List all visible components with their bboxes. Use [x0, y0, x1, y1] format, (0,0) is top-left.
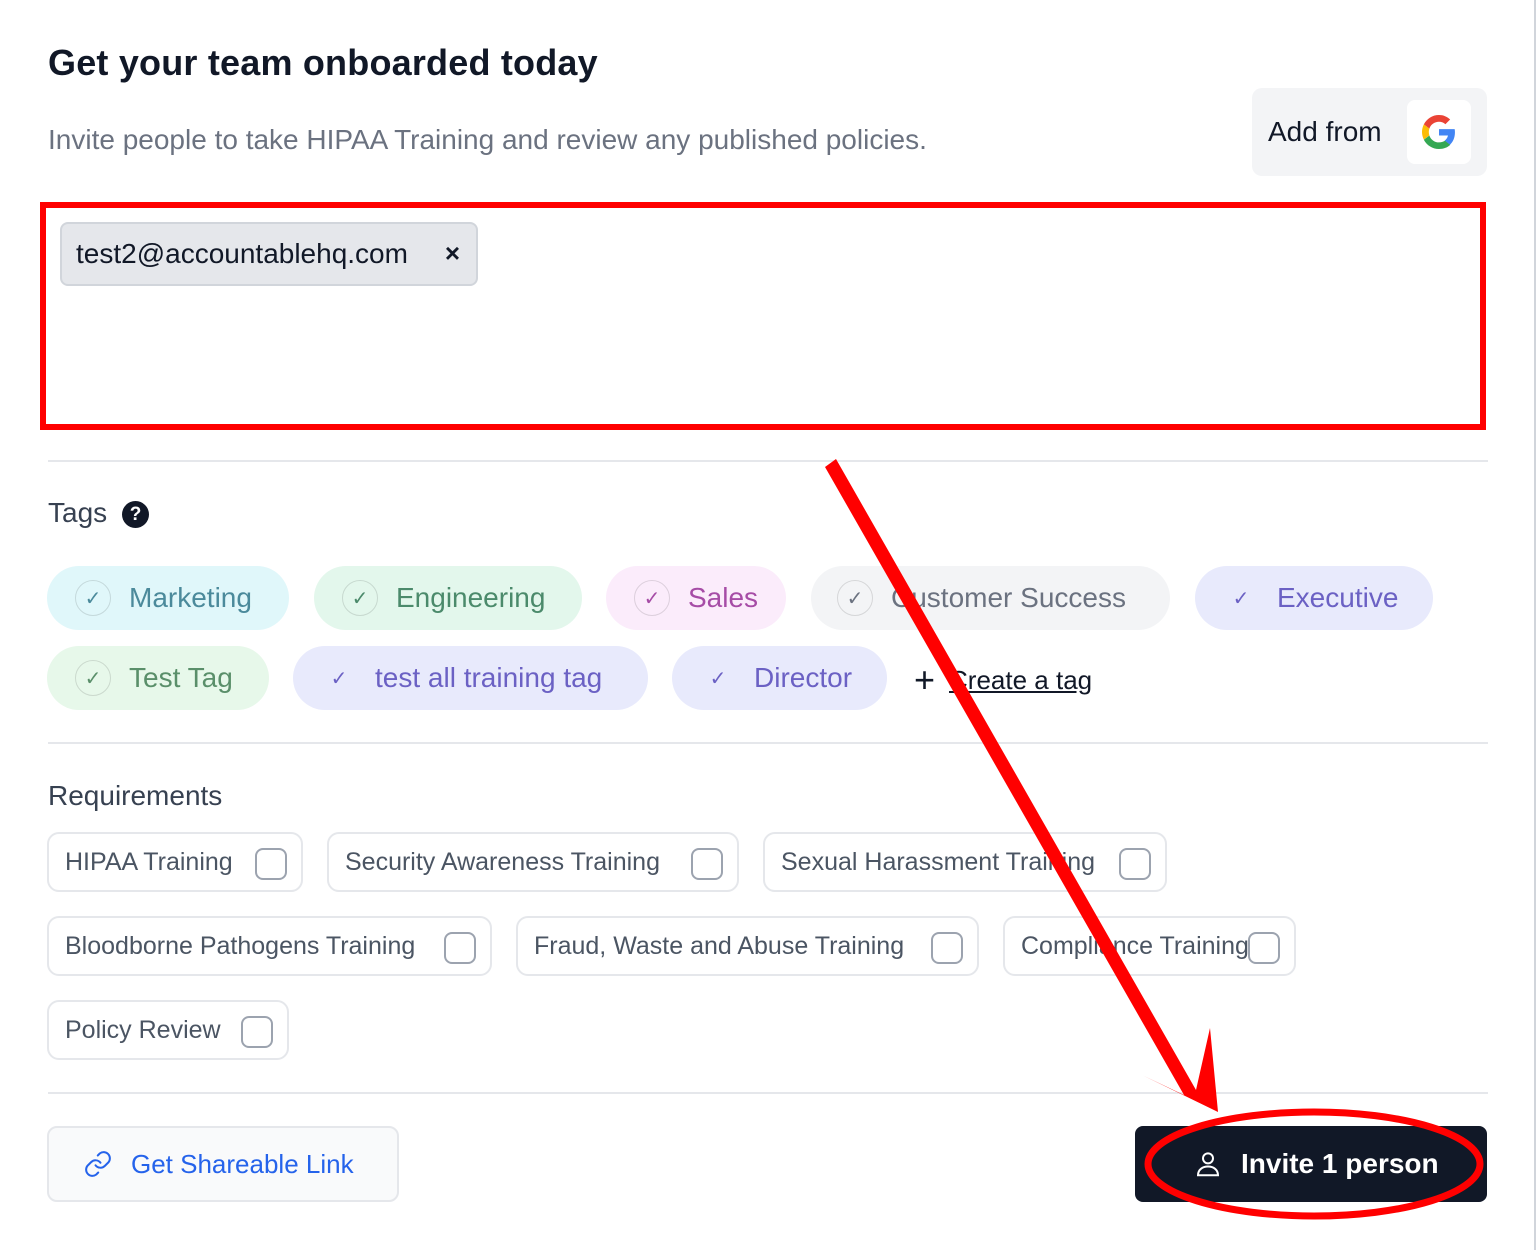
share-label: Get Shareable Link — [131, 1148, 354, 1179]
requirement-fraud-waste-abuse[interactable]: Fraud, Waste and Abuse Training — [516, 916, 979, 976]
requirement-checkbox[interactable] — [444, 932, 476, 964]
create-tag-link[interactable]: + Create a tag — [914, 660, 1092, 700]
link-icon — [85, 1151, 111, 1177]
page-subtitle: Invite people to take HIPAA Training and… — [48, 124, 927, 155]
check-icon: ✓ — [75, 660, 111, 696]
check-icon: ✓ — [330, 667, 348, 690]
tag-label: Customer Success — [891, 582, 1126, 613]
tag-engineering[interactable]: ✓ Engineering — [314, 566, 582, 630]
check-icon: ✓ — [634, 580, 670, 616]
invite-email-input[interactable]: test2@accountablehq.com × — [40, 202, 1486, 430]
tag-label: Marketing — [129, 582, 252, 613]
tag-label: test all training tag — [375, 662, 603, 693]
divider — [48, 460, 1488, 462]
requirement-checkbox[interactable] — [255, 848, 287, 880]
check-icon: ✓ — [342, 580, 378, 616]
tag-label: Executive — [1277, 582, 1399, 613]
requirement-policy-review[interactable]: Policy Review — [47, 1000, 289, 1060]
tag-customer-success[interactable]: ✓ Customer Success — [811, 566, 1170, 630]
google-icon — [1407, 100, 1471, 164]
requirement-compliance-training[interactable]: Compliance Training — [1003, 916, 1296, 976]
add-from-google-button[interactable]: Add from — [1252, 88, 1487, 176]
check-icon: ✓ — [837, 580, 873, 616]
check-icon: ✓ — [1232, 587, 1250, 610]
page-title: Get your team onboarded today — [48, 42, 598, 83]
email-chip: test2@accountablehq.com × — [60, 222, 478, 286]
tag-executive[interactable]: ✓ Executive — [1195, 566, 1433, 630]
tags-label: Tags — [48, 497, 108, 528]
add-from-label: Add from — [1268, 116, 1382, 147]
help-icon[interactable]: ? — [122, 501, 149, 528]
create-tag-label: Create a tag — [949, 664, 1093, 695]
divider — [48, 742, 1488, 744]
invite-button[interactable]: Invite 1 person — [1135, 1126, 1487, 1202]
requirement-checkbox[interactable] — [1248, 932, 1280, 964]
remove-email-icon[interactable]: × — [445, 238, 460, 269]
requirements-label: Requirements — [48, 780, 223, 811]
check-icon: ✓ — [75, 580, 111, 616]
requirement-bloodborne-pathogens[interactable]: Bloodborne Pathogens Training — [47, 916, 492, 976]
requirement-label: Bloodborne Pathogens Training — [65, 931, 416, 960]
tag-sales[interactable]: ✓ Sales — [606, 566, 786, 630]
requirement-label: Fraud, Waste and Abuse Training — [534, 931, 905, 960]
requirement-label: Policy Review — [65, 1015, 221, 1044]
requirement-security-awareness[interactable]: Security Awareness Training — [327, 832, 739, 892]
check-icon: ✓ — [709, 667, 727, 690]
tag-test-tag[interactable]: ✓ Test Tag — [47, 646, 269, 710]
tag-director[interactable]: ✓ Director — [672, 646, 887, 710]
requirement-label: Security Awareness Training — [345, 847, 660, 876]
tag-marketing[interactable]: ✓ Marketing — [47, 566, 289, 630]
requirement-label: Sexual Harassment Training — [781, 847, 1096, 876]
requirement-checkbox[interactable] — [931, 932, 963, 964]
requirement-label: Compliance Training — [1021, 931, 1249, 960]
tag-label: Sales — [688, 582, 759, 613]
tag-test-all-training[interactable]: ✓ test all training tag — [293, 646, 648, 710]
invite-label: Invite 1 person — [1241, 1148, 1439, 1179]
tag-label: Director — [754, 662, 853, 693]
tag-label: Engineering — [396, 582, 546, 613]
user-icon — [1196, 1152, 1220, 1177]
requirement-checkbox[interactable] — [1119, 848, 1151, 880]
requirement-sexual-harassment[interactable]: Sexual Harassment Training — [763, 832, 1167, 892]
tag-label: Test Tag — [129, 662, 233, 693]
plus-icon: + — [914, 659, 936, 700]
annotation-arrow — [825, 459, 1218, 1112]
email-chip-label: test2@accountablehq.com — [76, 238, 408, 269]
requirement-checkbox[interactable] — [691, 848, 723, 880]
requirement-checkbox[interactable] — [241, 1016, 273, 1048]
get-shareable-link-button[interactable]: Get Shareable Link — [47, 1126, 399, 1202]
divider — [48, 1092, 1488, 1094]
requirement-label: HIPAA Training — [65, 847, 233, 876]
requirement-hipaa-training[interactable]: HIPAA Training — [47, 832, 303, 892]
